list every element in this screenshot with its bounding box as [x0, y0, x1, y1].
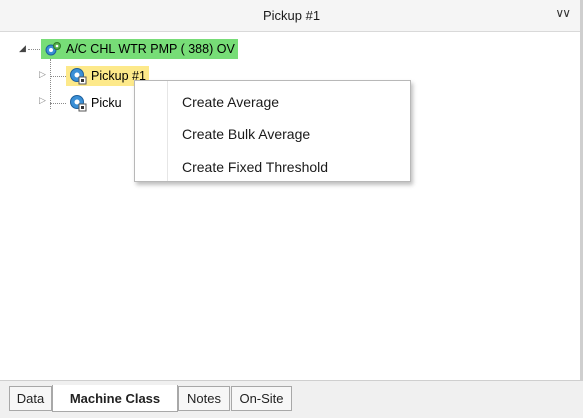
machine-icon	[45, 42, 61, 56]
context-menu-icon-gutter	[135, 81, 168, 181]
tree-node-label: Picku	[91, 96, 122, 110]
tree-node-pickup-2[interactable]: Picku	[66, 93, 125, 113]
menu-item-create-fixed-threshold[interactable]: Create Fixed Threshold	[182, 159, 328, 175]
pickup-sensor-icon	[70, 95, 87, 112]
double-chevron-down-icon[interactable]: ∨∨	[555, 6, 571, 20]
expanded-triangle-icon[interactable]: ◢	[19, 43, 26, 54]
tab-notes[interactable]: Notes	[178, 386, 230, 411]
tree-node-root[interactable]: A/C CHL WTR PMP ( 388) OV	[41, 39, 238, 59]
tab-on-site[interactable]: On-Site	[231, 386, 292, 411]
panel-header: Pickup #1 ∨∨	[0, 0, 583, 32]
tree-connector	[50, 59, 51, 109]
context-menu: Create Average Create Bulk Average Creat…	[134, 80, 411, 182]
menu-item-create-bulk-average[interactable]: Create Bulk Average	[182, 126, 310, 142]
tab-machine-class[interactable]: Machine Class	[52, 385, 178, 412]
panel-title: Pickup #1	[262, 8, 321, 23]
tree-connector	[50, 76, 66, 77]
collapsed-triangle-icon[interactable]: ▷	[39, 69, 46, 80]
tree-connector	[50, 103, 66, 104]
tree-node-label: A/C CHL WTR PMP ( 388) OV	[66, 42, 235, 56]
tree-connector	[28, 49, 40, 50]
pickup-sensor-icon	[70, 68, 87, 85]
menu-item-create-average[interactable]: Create Average	[182, 94, 279, 110]
collapsed-triangle-icon[interactable]: ▷	[39, 95, 46, 106]
bottom-tab-bar: Data Machine Class Notes On-Site	[0, 380, 583, 418]
tab-data[interactable]: Data	[9, 386, 52, 411]
